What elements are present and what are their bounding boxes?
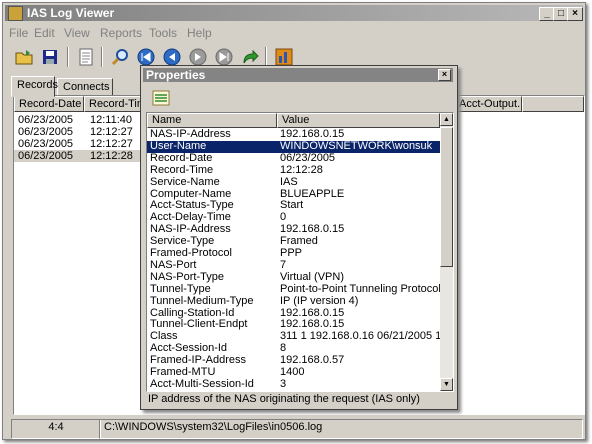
property-name: Record-Date: [150, 151, 213, 164]
property-name: NAS-IP-Address: [150, 128, 231, 140]
properties-dialog: Properties × Name Value NAS-IP-Address 19…: [140, 65, 458, 410]
property-name: Framed-MTU: [150, 366, 216, 378]
property-name: Service-Type: [150, 235, 215, 248]
property-name: Acct-Delay-Time: [150, 211, 231, 224]
property-name: Service-Name: [150, 175, 220, 188]
status-bar: 4:4 C:\WINDOWS\system32\LogFiles\in0506.…: [5, 419, 583, 439]
vertical-scrollbar[interactable]: ▲ ▼: [440, 113, 453, 391]
table-row[interactable]: 06/23/2005 12:12:27: [14, 126, 144, 138]
properties-document-icon[interactable]: [151, 88, 171, 111]
scroll-thumb[interactable]: [440, 127, 453, 267]
cell-record-time: 12:12:27: [90, 126, 133, 138]
cell-record-date: 06/23/2005: [18, 138, 74, 150]
property-value: 0: [280, 211, 287, 224]
properties-list[interactable]: Name Value NAS-IP-Address 192.168.0.15 Use…: [146, 112, 454, 392]
property-value: Start: [280, 199, 304, 212]
close-button[interactable]: ×: [567, 7, 583, 21]
property-value: 06/23/2005: [280, 151, 336, 164]
property-value: WINDOWSNETWORK\wonsuk: [280, 139, 433, 152]
property-name: Framed-IP-Address: [150, 354, 246, 367]
property-value: BLUEAPPLE: [280, 187, 345, 200]
cell-record-date: 06/23/2005: [18, 150, 74, 162]
dialog-close-button[interactable]: ×: [438, 69, 451, 81]
dialog-title: Properties: [146, 68, 206, 82]
column-header-acct-output[interactable]: Acct-Output...: [454, 96, 522, 112]
property-value: IAS: [280, 175, 298, 188]
table-row[interactable]: 06/23/2005 12:12:27: [14, 138, 144, 150]
property-value: Framed: [280, 235, 318, 248]
column-header-name[interactable]: Name: [147, 113, 277, 128]
table-row[interactable]: 06/23/2005 12:12:28: [14, 150, 144, 162]
search-icon[interactable]: [109, 46, 131, 68]
property-name: Tunnel-Type: [150, 282, 211, 295]
property-name: Framed-Protocol: [150, 247, 232, 259]
property-value: PPP: [280, 247, 303, 259]
document-icon[interactable]: [75, 46, 97, 68]
property-name: Class: [150, 330, 178, 343]
property-name: NAS-IP-Address: [150, 223, 231, 236]
dialog-title-bar[interactable]: Properties ×: [143, 68, 453, 82]
property-name: Tunnel-Client-Endpt: [150, 318, 248, 331]
status-file-path: C:\WINDOWS\system32\LogFiles\in0506.log: [99, 419, 583, 439]
status-position: 4:4: [11, 419, 101, 439]
property-value: 192.168.0.15: [280, 318, 345, 331]
property-value: 7: [280, 258, 287, 271]
property-value: IP (IP version 4): [280, 294, 359, 307]
property-value: 8: [280, 342, 287, 355]
column-header-filler: [522, 96, 584, 112]
title-bar[interactable]: IAS Log Viewer _ □ ×: [5, 5, 583, 21]
cell-record-time: 12:12:28: [90, 150, 133, 162]
table-row[interactable]: 06/23/2005 12:11:40: [14, 114, 144, 126]
property-value: 192.168.0.15: [280, 306, 345, 319]
app-icon: [8, 6, 23, 21]
menu-tools[interactable]: Tools: [149, 26, 177, 40]
cell-record-date: 06/23/2005: [18, 126, 74, 138]
property-value: 192.168.0.15: [280, 223, 345, 236]
property-name: NAS-Port: [150, 258, 197, 271]
save-icon[interactable]: [39, 46, 61, 68]
menu-file[interactable]: File: [9, 26, 28, 40]
cell-record-time: 12:11:40: [90, 114, 133, 126]
property-name: Computer-Name: [150, 187, 232, 200]
toolbar-separator: [67, 47, 69, 67]
tab-records[interactable]: Records: [11, 76, 58, 97]
menu-edit[interactable]: Edit: [34, 26, 55, 40]
property-value: 192.168.0.15: [280, 128, 345, 140]
property-value: 311 1 192.168.0.16 06/21/2005 10:...: [280, 330, 440, 343]
column-header-value[interactable]: Value: [277, 113, 440, 128]
open-folder-icon[interactable]: [13, 46, 35, 68]
property-value: 1400: [280, 366, 305, 378]
toolbar-separator: [101, 47, 103, 67]
scroll-up-button[interactable]: ▲: [440, 113, 453, 126]
scroll-down-button[interactable]: ▼: [440, 378, 453, 391]
cell-record-date: 06/23/2005: [18, 114, 74, 126]
property-name: Acct-Multi-Session-Id: [150, 377, 254, 390]
column-header-record-date[interactable]: Record-Date: [14, 96, 84, 112]
property-row[interactable]: Acct-Multi-Session-Id 3: [147, 377, 440, 391]
cell-record-time: 12:12:27: [90, 138, 133, 150]
property-name: NAS-Port-Type: [150, 270, 224, 283]
menu-reports[interactable]: Reports: [100, 26, 142, 40]
window-title: IAS Log Viewer: [27, 6, 115, 20]
property-value: Point-to-Point Tunneling Protocol (P...: [280, 282, 440, 295]
property-name: Tunnel-Medium-Type: [150, 294, 254, 307]
property-name: User-Name: [150, 139, 207, 152]
property-description: IP address of the NAS originating the re…: [148, 393, 420, 405]
property-value: 3: [280, 377, 287, 390]
menu-help[interactable]: Help: [187, 26, 212, 40]
property-value: 192.168.0.57: [280, 354, 345, 367]
property-value: Virtual (VPN): [280, 270, 344, 283]
property-name: Acct-Status-Type: [150, 199, 234, 212]
property-value: 12:12:28: [280, 163, 323, 176]
property-name: Calling-Station-Id: [150, 306, 235, 319]
menu-bar: File Edit View Reports Tools Help: [5, 24, 583, 42]
toolbar-separator: [265, 47, 267, 67]
property-name: Acct-Session-Id: [150, 342, 228, 355]
menu-view[interactable]: View: [64, 26, 90, 40]
property-name: Record-Time: [150, 163, 214, 176]
